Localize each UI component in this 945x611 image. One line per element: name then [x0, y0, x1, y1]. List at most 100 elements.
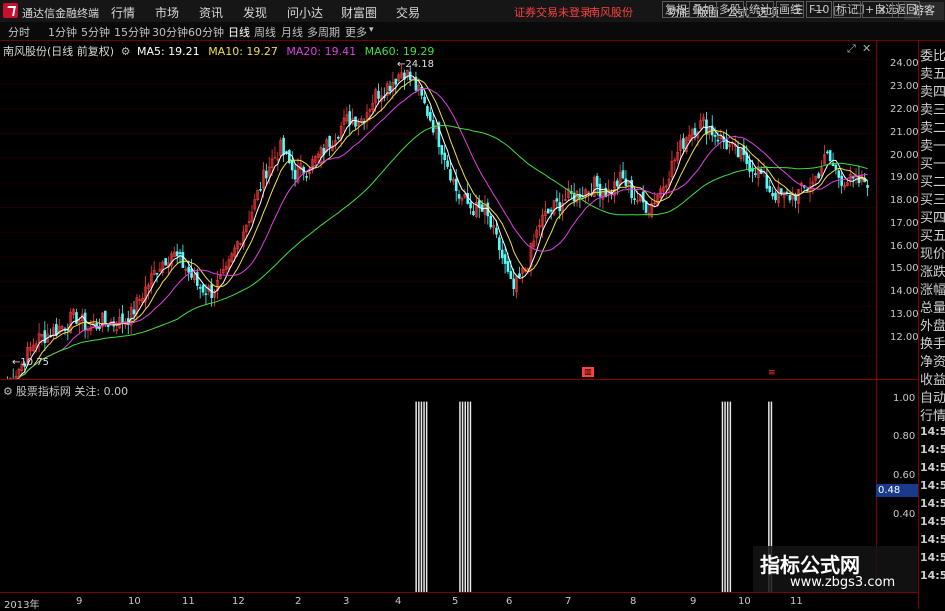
candle-body[interactable] [595, 175, 599, 187]
candle-body[interactable] [825, 151, 829, 154]
candle-body[interactable] [754, 173, 757, 175]
candle-body[interactable] [431, 120, 435, 133]
candle-body[interactable] [155, 272, 159, 275]
candle-body[interactable] [187, 266, 190, 273]
candle-body[interactable] [555, 198, 559, 202]
sidebar-item[interactable]: 卖四 [920, 81, 945, 100]
candle-body[interactable] [121, 313, 124, 324]
sidebar-item[interactable]: 买三 [920, 189, 945, 208]
candle-body[interactable] [55, 324, 58, 336]
candle-body[interactable] [506, 261, 510, 272]
overlay-button[interactable]: 叠加 [689, 1, 717, 18]
sidebar-item[interactable]: 收益 [920, 369, 945, 388]
candle-body[interactable] [178, 252, 182, 254]
candle-body[interactable] [774, 192, 777, 201]
sidebar-item[interactable]: 总量 [920, 297, 945, 316]
candle-body[interactable] [377, 90, 380, 99]
candle-body[interactable] [449, 169, 452, 181]
sidebar-item[interactable]: 买五 [920, 225, 945, 244]
sidebar-item[interactable]: 卖二 [920, 117, 945, 136]
candle-body[interactable] [495, 227, 498, 235]
candle-body[interactable] [549, 209, 553, 212]
candle-body[interactable] [768, 185, 772, 192]
indicator-chart[interactable] [0, 380, 875, 592]
menu-trade[interactable]: 交易 [396, 4, 420, 21]
candle-body[interactable] [498, 237, 501, 251]
candle-body[interactable] [472, 211, 475, 216]
candle-body[interactable] [336, 136, 340, 139]
candle-body[interactable] [633, 198, 636, 201]
candle-body[interactable] [204, 293, 208, 295]
candle-body[interactable] [736, 147, 740, 157]
menu-wealth[interactable]: 财富圈 [341, 4, 377, 21]
period-60min[interactable]: 60分钟 [188, 24, 224, 40]
candle-body[interactable] [624, 178, 628, 186]
sidebar-item[interactable]: 卖五 [920, 63, 945, 82]
period-multi[interactable]: 多周期 [307, 24, 340, 40]
sidebar-item[interactable]: 涨跌 [920, 261, 945, 280]
candle-body[interactable] [509, 271, 513, 279]
candle-body[interactable] [198, 287, 202, 289]
candle-body[interactable] [354, 116, 357, 127]
candle-body[interactable] [716, 139, 720, 142]
period-intraday[interactable]: 分时 [8, 24, 30, 40]
candle-body[interactable] [83, 312, 87, 331]
draw-line-button[interactable]: 画线 [776, 1, 804, 18]
candle-body[interactable] [454, 178, 458, 192]
sidebar-item[interactable]: 买一 [920, 153, 945, 172]
candle-body[interactable] [328, 136, 331, 148]
menu-market[interactable]: 市场 [155, 4, 179, 21]
candle-body[interactable] [164, 258, 167, 266]
candle-body[interactable] [429, 111, 432, 121]
candle-body[interactable] [500, 249, 504, 259]
mark-button[interactable]: 标记 [833, 1, 861, 18]
candle-body[interactable] [394, 78, 398, 85]
candle-body[interactable] [518, 273, 521, 277]
candle-body[interactable] [426, 106, 429, 116]
sidebar-item[interactable]: 卖一 [920, 135, 945, 154]
sidebar-item[interactable]: 行情 [920, 405, 945, 424]
candle-body[interactable] [469, 202, 472, 209]
candle-body[interactable] [546, 208, 550, 214]
candle-body[interactable] [771, 193, 774, 197]
more-chevron-icon[interactable]: ▾ [369, 25, 374, 35]
sidebar-item[interactable]: 自动 [920, 387, 945, 406]
sidebar-item[interactable]: 现价 [920, 243, 945, 262]
candle-body[interactable] [132, 309, 136, 315]
candle-body[interactable] [621, 170, 625, 179]
sidebar-item[interactable]: 外盘 [920, 315, 945, 334]
candle-body[interactable] [388, 85, 392, 92]
period-1min[interactable]: 1分钟 [48, 24, 77, 40]
candle-body[interactable] [817, 173, 820, 179]
trade-login-warning[interactable]: 证券交易未登录 [514, 4, 591, 20]
sidebar-item[interactable]: 买四 [920, 207, 945, 226]
candle-body[interactable] [446, 160, 449, 167]
candle-body[interactable] [181, 252, 185, 268]
candle-body[interactable] [305, 176, 308, 178]
period-more[interactable]: 更多 [345, 24, 367, 40]
candle-body[interactable] [794, 196, 797, 201]
chart-close-icon[interactable]: ✕ [862, 42, 871, 55]
candle-body[interactable] [503, 254, 507, 264]
candle-body[interactable] [615, 180, 619, 187]
menu-news[interactable]: 资讯 [199, 4, 223, 21]
sidebar-item[interactable]: 净资 [920, 351, 945, 370]
kline-chart[interactable] [0, 41, 875, 379]
news-marker-icon[interactable]: ▥ [582, 367, 594, 377]
period-weekly[interactable]: 周线 [254, 24, 276, 40]
candle-body[interactable] [834, 164, 838, 170]
candle-body[interactable] [866, 185, 869, 188]
candle-body[interactable] [103, 310, 107, 323]
statistics-button[interactable]: 统计 [746, 1, 774, 18]
candle-body[interactable] [201, 284, 205, 293]
adjust-button[interactable]: 复权 [662, 1, 690, 18]
menu-ask[interactable]: 问小达 [287, 4, 323, 21]
multi-stock-button[interactable]: 多股 [716, 1, 744, 18]
menu-quotes[interactable]: 行情 [111, 4, 135, 21]
candle-body[interactable] [788, 195, 792, 201]
back-button[interactable]: 返回 [892, 1, 920, 18]
candle-body[interactable] [693, 128, 697, 136]
candle-body[interactable] [828, 150, 832, 162]
sidebar-item[interactable]: 换手 [920, 333, 945, 352]
candle-body[interactable] [837, 170, 841, 178]
